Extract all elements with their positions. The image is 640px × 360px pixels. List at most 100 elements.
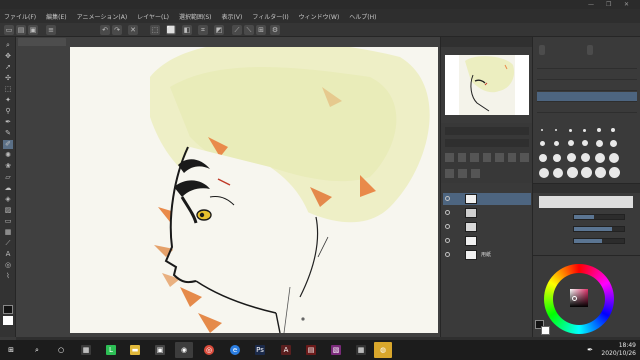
brush-size-dot[interactable] <box>555 129 557 131</box>
correct-line-icon[interactable]: ⌇ <box>3 272 13 281</box>
clip-icon[interactable] <box>482 153 492 162</box>
photoshop-icon[interactable]: Ps <box>255 345 265 355</box>
eye-icon[interactable] <box>445 252 450 257</box>
drawing-canvas[interactable] <box>70 47 438 333</box>
close-button[interactable]: ✕ <box>624 1 629 8</box>
line-icon[interactable]: L <box>106 345 116 355</box>
deselect-icon[interactable]: ⬜ <box>166 25 176 35</box>
settings-icon[interactable]: ⚙ <box>270 25 280 35</box>
menu-window[interactable]: ウィンドウ(W) <box>299 12 340 21</box>
balloon-icon[interactable]: ◎ <box>3 261 13 270</box>
brush-size-dot[interactable] <box>569 129 572 132</box>
grid-icon[interactable]: ▦ <box>81 345 91 355</box>
menu-layer[interactable]: レイヤー(L) <box>137 12 169 21</box>
brush-size-dot[interactable] <box>553 154 561 162</box>
fill-icon[interactable]: ◩ <box>214 25 224 35</box>
edge-icon[interactable]: e <box>230 345 240 355</box>
invert-selection-icon[interactable]: ◧ <box>182 25 192 35</box>
frame-icon[interactable]: ▦ <box>3 228 13 237</box>
redo-icon[interactable]: ↷ <box>112 25 122 35</box>
layer-color-icon[interactable] <box>471 169 480 178</box>
airbrush-icon[interactable]: ✺ <box>3 151 13 160</box>
canvas-tab[interactable] <box>18 38 66 46</box>
snap-ruler-icon[interactable]: ⟋ <box>232 25 242 35</box>
brush-size-dot[interactable] <box>609 153 619 163</box>
windows-icon[interactable]: ⊞ <box>6 345 16 355</box>
color-picker-marker[interactable] <box>572 296 577 301</box>
eye-icon[interactable] <box>445 238 450 243</box>
brush-size-dot[interactable] <box>541 129 543 131</box>
minimize-button[interactable]: — <box>588 1 594 8</box>
duplicate-icon[interactable] <box>458 169 467 178</box>
menu-animation[interactable]: アニメーション(A) <box>77 12 128 21</box>
brush-size-dot[interactable] <box>567 153 576 162</box>
color-wheel[interactable] <box>544 264 614 334</box>
brush-size-dot[interactable] <box>610 140 617 147</box>
brush-size-dot[interactable] <box>583 129 586 132</box>
lock-icon[interactable] <box>470 153 479 162</box>
layer-blend-row[interactable] <box>445 127 529 135</box>
subtool-tab-1[interactable] <box>539 45 545 55</box>
brush-size-dot[interactable] <box>581 153 590 162</box>
text-tool-icon[interactable]: A <box>3 250 13 259</box>
brush-row[interactable] <box>537 103 637 113</box>
menu-icon[interactable]: ≡ <box>46 25 56 35</box>
restore-button[interactable]: ❐ <box>606 1 611 8</box>
brush-size-dot[interactable] <box>595 153 605 163</box>
brush-size-dot[interactable] <box>609 167 620 178</box>
clear-icon[interactable]: ✕ <box>128 25 138 35</box>
new-file-icon[interactable]: ▭ <box>4 25 14 35</box>
brush-size-dot[interactable] <box>611 128 615 132</box>
menu-selection[interactable]: 選択範囲(S) <box>179 12 212 21</box>
mask-icon[interactable] <box>507 153 517 162</box>
sub-color-icon[interactable] <box>3 316 13 325</box>
brush-row-selected[interactable] <box>537 92 637 102</box>
layer-row[interactable] <box>443 235 531 247</box>
sub-color-swatch[interactable] <box>541 326 550 335</box>
save-icon[interactable]: ▣ <box>28 25 38 35</box>
fill-tool-icon[interactable]: ◈ <box>3 195 13 204</box>
snap-grid-icon[interactable]: ⊞ <box>256 25 266 35</box>
new-folder-icon[interactable] <box>457 153 467 162</box>
selection-tool-icon[interactable]: ⬚ <box>3 85 13 94</box>
brush-tool-icon[interactable]: ✐ <box>3 140 13 149</box>
explorer-icon[interactable]: ▬ <box>130 345 140 355</box>
snap-special-ruler-icon[interactable]: ⟍ <box>244 25 254 35</box>
brush-size-slider[interactable] <box>573 214 625 220</box>
brush-size-dot[interactable] <box>597 128 601 132</box>
app-icon[interactable]: ▤ <box>306 345 316 355</box>
eye-icon[interactable] <box>445 196 450 201</box>
brush-density-slider[interactable] <box>573 226 625 232</box>
layer-row-paper[interactable]: 用紙 <box>443 249 531 261</box>
task-view-icon[interactable]: ○ <box>56 345 66 355</box>
ruler-icon[interactable]: ⟋ <box>3 239 13 248</box>
eraser-icon[interactable]: ▱ <box>3 173 13 182</box>
brush-size-dot[interactable] <box>595 167 606 178</box>
zoom-tool-icon[interactable]: ⌕ <box>3 41 13 50</box>
new-layer-icon[interactable] <box>445 153 454 162</box>
menu-filter[interactable]: フィルター(I) <box>252 12 288 21</box>
brush-size-dot[interactable] <box>553 168 563 178</box>
brush-size-dot[interactable] <box>539 154 547 162</box>
brush-size-dot[interactable] <box>596 140 603 147</box>
auto-select-icon[interactable]: ✦ <box>3 96 13 105</box>
brush-row[interactable] <box>537 59 637 69</box>
operation-tool-icon[interactable]: ➚ <box>3 63 13 72</box>
menu-help[interactable]: ヘルプ(H) <box>349 12 376 21</box>
decoration-icon[interactable]: ❀ <box>3 162 13 171</box>
clock[interactable]: 18:49 2020/10/26 <box>601 342 636 358</box>
brush-size-dot[interactable] <box>568 140 574 146</box>
brush-size-dot[interactable] <box>581 167 592 178</box>
brush-size-dot[interactable] <box>540 141 545 146</box>
layer-opacity-row[interactable] <box>445 139 529 147</box>
eyedropper-icon[interactable]: ⚲ <box>3 107 13 116</box>
brush-size-dot[interactable] <box>582 140 588 146</box>
menu-view[interactable]: 表示(V) <box>222 12 243 21</box>
brush-row[interactable] <box>537 81 637 91</box>
brush-row[interactable] <box>537 70 637 80</box>
reference-icon[interactable] <box>495 153 504 162</box>
app-icon[interactable]: ▣ <box>155 345 165 355</box>
pencil-tool-icon[interactable]: ✎ <box>3 129 13 138</box>
undo-icon[interactable]: ↶ <box>100 25 110 35</box>
menu-file[interactable]: ファイル(F) <box>4 12 36 21</box>
